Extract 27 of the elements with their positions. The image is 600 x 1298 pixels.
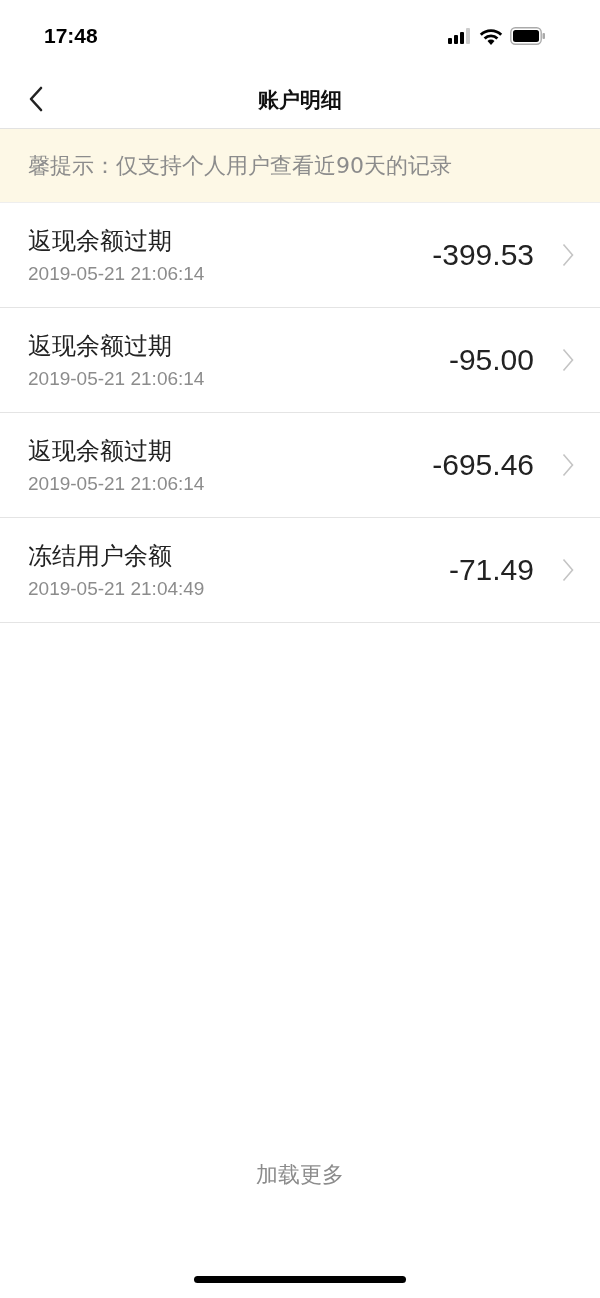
record-row[interactable]: 冻结用户余额 2019-05-21 21:04:49 -71.49 [0,518,600,623]
record-amount: -71.49 [448,553,534,587]
chevron-icon [562,243,574,267]
record-title: 返现余额过期 [28,331,173,362]
record-title: 返现余额过期 [28,436,173,467]
record-amount: -695.46 [432,448,534,482]
chevron-icon [562,453,574,477]
record-row[interactable]: 返现余额过期 2019-05-21 21:06:14 -95.00 [0,308,600,413]
notice-text: 馨提示：仅支持个人用户查看近90天的记录 [28,151,452,180]
chevron-icon [562,348,574,372]
record-time: 2019-05-21 21:06:14 [28,473,206,495]
signal-icon [448,28,472,44]
chevron-icon [562,558,574,582]
record-time: 2019-05-21 21:06:14 [28,263,206,285]
record-time: 2019-05-21 21:06:14 [28,368,206,390]
record-title: 返现余额过期 [28,226,173,257]
wifi-icon [479,27,503,45]
record-row[interactable]: 返现余额过期 2019-05-21 21:06:14 -695.46 [0,413,600,518]
status-time: 17:48 [44,24,98,48]
page-title: 账户明细 [258,87,342,114]
record-amount: -95.00 [448,343,534,377]
record-title: 冻结用户余额 [28,541,173,572]
record-row[interactable]: 返现余额过期 2019-05-21 21:06:14 -399.53 [0,203,600,308]
record-time: 2019-05-21 21:04:49 [28,578,206,600]
record-amount: -399.53 [432,238,534,272]
back-button[interactable] [28,86,44,112]
battery-icon [510,27,546,45]
